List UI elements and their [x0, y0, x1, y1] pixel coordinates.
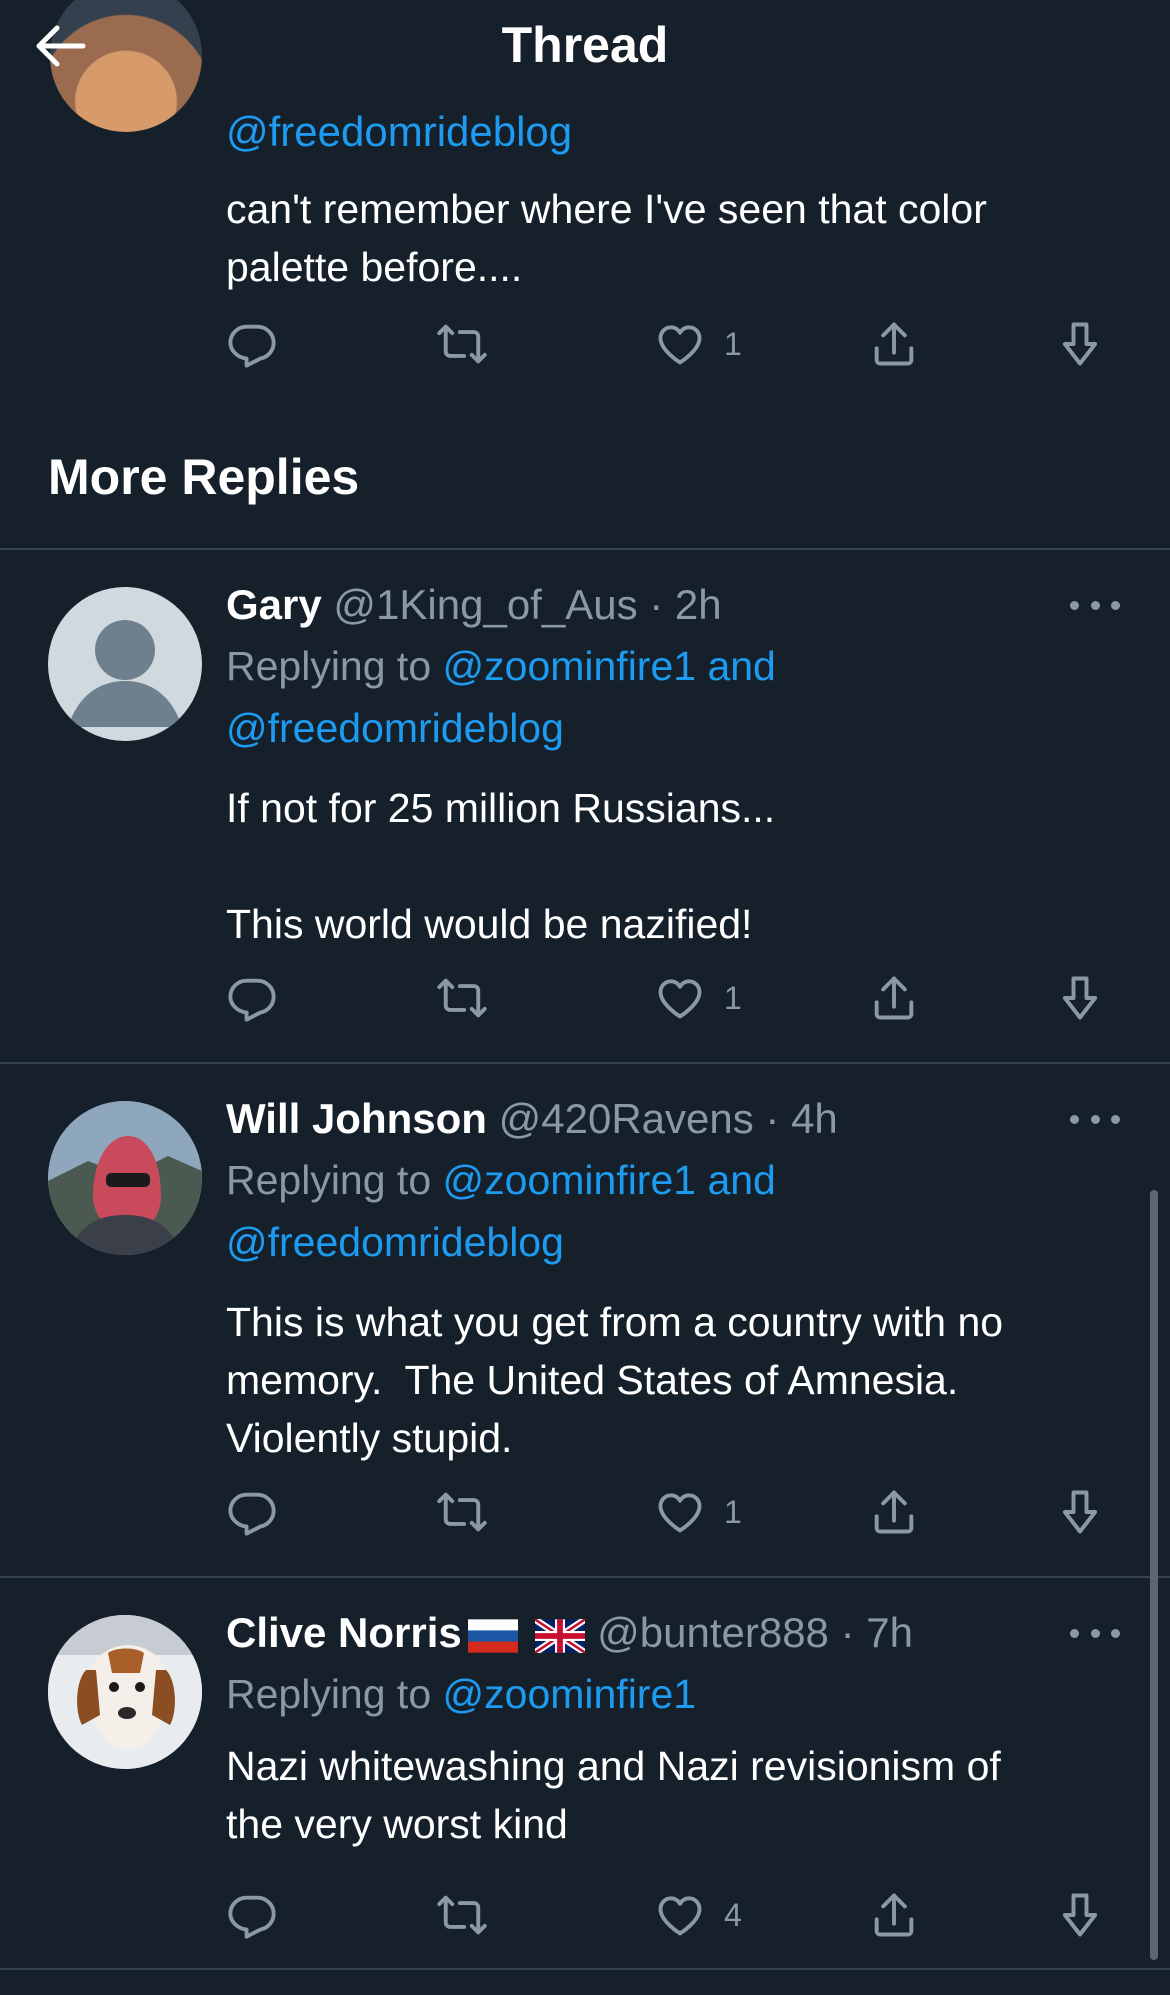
scrollbar[interactable] [1150, 1190, 1158, 1960]
reply-icon [226, 318, 278, 370]
tweet-text: If not for 25 million Russians... This w… [226, 785, 776, 947]
download-icon [1054, 1889, 1106, 1941]
download-button[interactable] [1054, 1482, 1106, 1542]
like-button[interactable]: 1 [654, 314, 742, 374]
timestamp: · 4h [765, 1095, 838, 1142]
retweet-icon [436, 972, 488, 1024]
avatar[interactable] [48, 1615, 202, 1769]
share-button[interactable] [868, 1482, 920, 1542]
like-icon [654, 1486, 706, 1538]
mention-link[interactable]: @zoominfire1 and [443, 643, 776, 689]
tweet-meta: Gary @1King_of_Aus · 2h [226, 575, 722, 635]
retweet-button[interactable] [436, 1482, 488, 1542]
divider [0, 1576, 1170, 1578]
reply-button[interactable] [226, 314, 278, 374]
share-button[interactable] [868, 314, 920, 374]
tweet-actions: 1 [226, 1482, 1106, 1542]
like-count: 1 [724, 325, 742, 362]
replying-to-link[interactable]: @freedomrideblog [226, 108, 572, 156]
download-icon [1054, 1486, 1106, 1538]
share-icon [868, 318, 920, 370]
more-options-button[interactable] [1070, 585, 1120, 625]
display-name[interactable]: Gary [226, 581, 322, 628]
like-icon [654, 972, 706, 1024]
replying-to: Replying to @zoominfire1 and @freedomrid… [226, 635, 776, 759]
retweet-button[interactable] [436, 314, 488, 374]
share-button[interactable] [868, 968, 920, 1028]
display-name[interactable]: Clive Norris [226, 1609, 462, 1656]
reply-tweet[interactable]: Will Johnson @420Ravens · 4h Replying to… [0, 1089, 1170, 1576]
retweet-icon [436, 318, 488, 370]
like-icon [654, 1889, 706, 1941]
mention-link[interactable]: @freedomrideblog [226, 1211, 776, 1273]
download-icon [1054, 972, 1106, 1024]
mention-link[interactable]: @freedomrideblog [226, 697, 776, 759]
like-icon [654, 318, 706, 370]
reply-icon [226, 1889, 278, 1941]
reply-icon [226, 972, 278, 1024]
reply-tweet[interactable]: Gary @1King_of_Aus · 2h Replying to @zoo… [0, 575, 1170, 1062]
dog-photo-icon [48, 1615, 202, 1769]
tweet-text: Nazi whitewashing and Nazi revisionism o… [226, 1743, 1001, 1847]
page-title: Thread [501, 17, 669, 73]
share-icon [868, 972, 920, 1024]
like-count: 4 [724, 1896, 742, 1933]
timestamp: · 2h [649, 581, 722, 628]
reply-button[interactable] [226, 1482, 278, 1542]
display-name[interactable]: Will Johnson [226, 1095, 487, 1142]
russia-flag-icon [467, 1619, 518, 1653]
timestamp: · 7h [840, 1609, 913, 1656]
handle[interactable]: @1King_of_Aus [333, 581, 637, 628]
like-button[interactable]: 1 [654, 1482, 742, 1542]
tweet-text: can't remember where I've seen that colo… [226, 186, 987, 290]
tweet-actions: 1 [226, 314, 1106, 374]
like-button[interactable]: 4 [654, 1885, 742, 1945]
replying-to: Replying to @zoominfire1 [226, 1671, 697, 1717]
like-count: 1 [724, 1493, 742, 1530]
share-icon [868, 1889, 920, 1941]
tweet-text: This is what you get from a country with… [226, 1299, 1004, 1461]
replying-to: Replying to @zoominfire1 and @freedomrid… [226, 1149, 776, 1273]
more-options-button[interactable] [1070, 1099, 1120, 1139]
mention-link[interactable]: @zoominfire1 [443, 1671, 697, 1717]
retweet-button[interactable] [436, 968, 488, 1028]
mention-link[interactable]: @zoominfire1 and [443, 1157, 776, 1203]
divider [0, 1968, 1170, 1970]
reply-tweet[interactable]: Clive Norris @bunter888 · 7h Replying to… [0, 1603, 1170, 1968]
divider [0, 1062, 1170, 1064]
divider [0, 548, 1170, 550]
reply-button[interactable] [226, 968, 278, 1028]
tweet-meta: Clive Norris @bunter888 · 7h [226, 1603, 913, 1663]
download-button[interactable] [1054, 314, 1106, 374]
tweet-meta: Will Johnson @420Ravens · 4h [226, 1089, 838, 1149]
reply-button[interactable] [226, 1885, 278, 1945]
user-photo-icon [48, 1101, 202, 1255]
retweet-icon [436, 1486, 488, 1538]
retweet-button[interactable] [436, 1885, 488, 1945]
section-title: More Replies [48, 449, 360, 505]
handle[interactable]: @420Ravens [499, 1095, 754, 1142]
avatar[interactable] [48, 1101, 202, 1255]
header: Thread [0, 0, 1170, 100]
default-avatar-icon [68, 620, 182, 727]
like-button[interactable]: 1 [654, 968, 742, 1028]
uk-flag-icon [535, 1618, 586, 1653]
share-button[interactable] [868, 1885, 920, 1945]
retweet-icon [436, 1889, 488, 1941]
share-icon [868, 1486, 920, 1538]
tweet-actions: 4 [226, 1885, 1106, 1945]
more-options-button[interactable] [1070, 1613, 1120, 1653]
tweet-actions: 1 [226, 968, 1106, 1028]
download-icon [1054, 318, 1106, 370]
reply-icon [226, 1486, 278, 1538]
download-button[interactable] [1054, 968, 1106, 1028]
handle[interactable]: @bunter888 [597, 1609, 829, 1656]
like-count: 1 [724, 979, 742, 1016]
download-button[interactable] [1054, 1885, 1106, 1945]
avatar[interactable] [48, 587, 202, 741]
